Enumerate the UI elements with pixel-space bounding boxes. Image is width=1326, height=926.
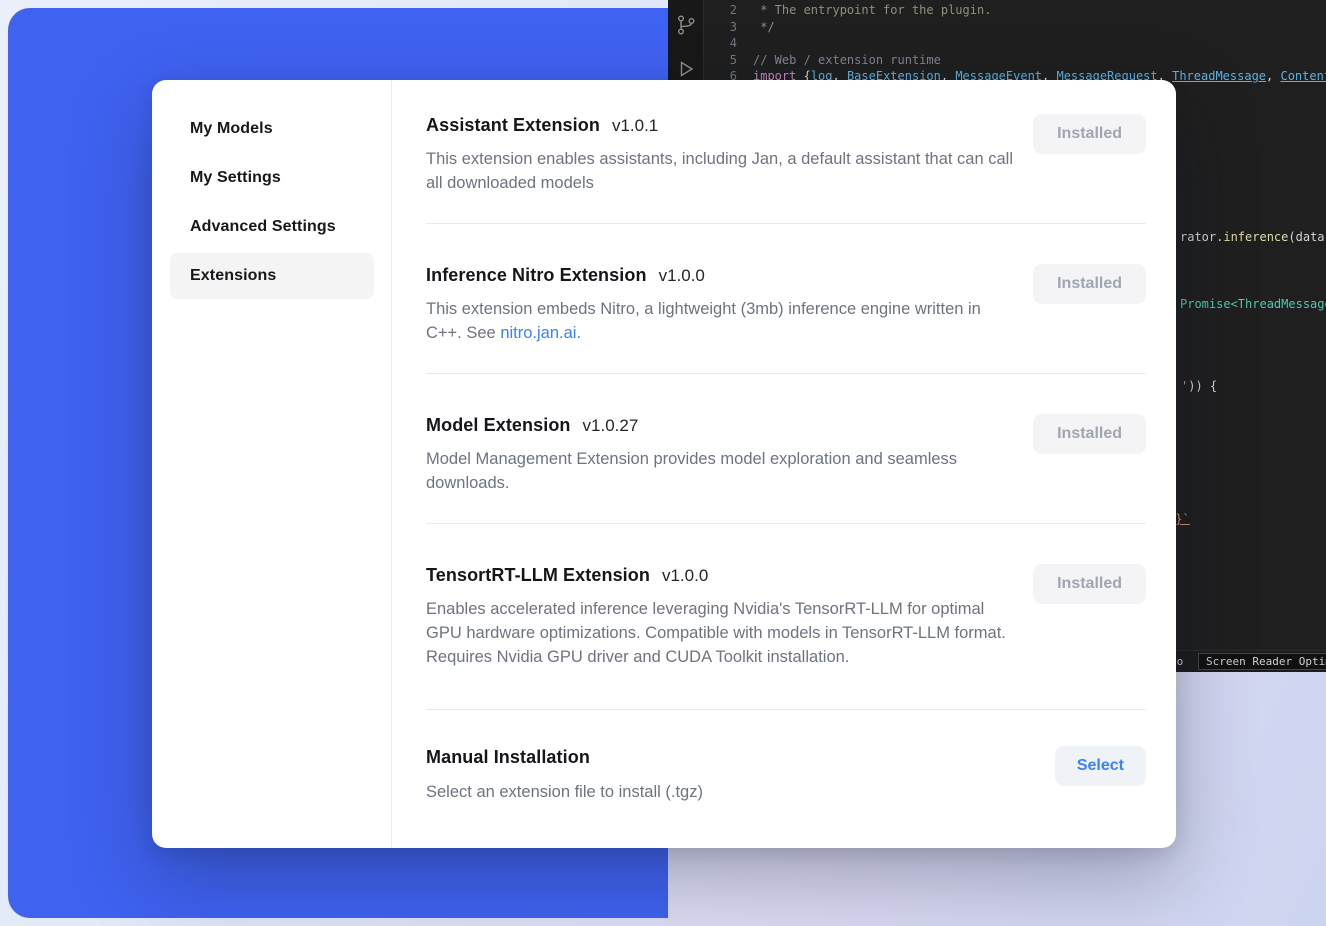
extension-description: Enables accelerated inference leveraging… bbox=[426, 597, 1016, 669]
code-line: 5 // Web / extension runtime bbox=[705, 52, 1326, 69]
extension-version: v1.0.1 bbox=[612, 116, 658, 136]
extensions-list: Assistant Extension v1.0.1 This extensio… bbox=[392, 80, 1176, 848]
code-fragment: rator.inference(data)); bbox=[1180, 229, 1326, 245]
code-line: 3 */ bbox=[705, 19, 1326, 36]
line-number: 2 bbox=[705, 2, 737, 19]
extension-row-nitro: Inference Nitro Extension v1.0.0 This ex… bbox=[426, 224, 1146, 374]
installed-button[interactable]: Installed bbox=[1033, 114, 1146, 154]
extension-description: Model Management Extension provides mode… bbox=[426, 447, 1016, 495]
line-number: 4 bbox=[705, 35, 737, 52]
code-area: 2 * The entrypoint for the plugin. 3 */ … bbox=[705, 2, 1326, 85]
settings-sidebar: My Models My Settings Advanced Settings … bbox=[152, 80, 392, 848]
installed-button[interactable]: Installed bbox=[1033, 414, 1146, 454]
code-fragment: ')) { bbox=[1181, 378, 1217, 394]
extension-row-assistant: Assistant Extension v1.0.1 This extensio… bbox=[426, 80, 1146, 224]
manual-installation-row: Manual Installation Select an extension … bbox=[426, 710, 1146, 804]
settings-modal: My Models My Settings Advanced Settings … bbox=[152, 80, 1176, 848]
extension-version: v1.0.0 bbox=[662, 566, 708, 586]
code-token: inference bbox=[1223, 230, 1288, 244]
extension-title: Assistant Extension bbox=[426, 112, 600, 138]
select-file-button[interactable]: Select bbox=[1055, 746, 1146, 786]
code-line: 4 bbox=[705, 35, 1326, 52]
code-token: ThreadMessage bbox=[1172, 68, 1266, 85]
sidebar-item-extensions[interactable]: Extensions bbox=[170, 253, 374, 299]
screen-reader-badge[interactable]: Screen Reader Optimized bbox=[1198, 653, 1326, 670]
code-token: , bbox=[1266, 68, 1280, 85]
extension-title: Model Extension bbox=[426, 412, 571, 438]
extension-title: Inference Nitro Extension bbox=[426, 262, 647, 288]
extension-version: v1.0.0 bbox=[659, 266, 705, 286]
nitro-link[interactable]: nitro.jan.ai. bbox=[500, 324, 581, 342]
code-token: rator. bbox=[1180, 230, 1223, 244]
code-line: 2 * The entrypoint for the plugin. bbox=[705, 2, 1326, 19]
sidebar-item-my-models[interactable]: My Models bbox=[170, 106, 374, 152]
extension-row-tensorrt: TensortRT-LLM Extension v1.0.0 Enables a… bbox=[426, 524, 1146, 710]
code-token: */ bbox=[753, 19, 775, 36]
code-token: ContentType bbox=[1280, 68, 1326, 85]
code-token: (data)); bbox=[1288, 230, 1326, 244]
manual-installation-description: Select an extension file to install (.tg… bbox=[426, 780, 703, 804]
extension-version: v1.0.27 bbox=[583, 416, 639, 436]
sidebar-item-my-settings[interactable]: My Settings bbox=[170, 155, 374, 201]
extension-description: This extension embeds Nitro, a lightweig… bbox=[426, 297, 1016, 345]
installed-button[interactable]: Installed bbox=[1033, 564, 1146, 604]
line-number: 5 bbox=[705, 52, 737, 69]
extension-row-model: Model Extension v1.0.27 Model Management… bbox=[426, 374, 1146, 524]
installed-button[interactable]: Installed bbox=[1033, 264, 1146, 304]
code-token: )) { bbox=[1188, 379, 1217, 393]
code-token: // Web / extension runtime bbox=[753, 52, 941, 69]
sidebar-item-advanced-settings[interactable]: Advanced Settings bbox=[170, 204, 374, 250]
page: { "colors": { "panel_blue": "#3f62f1", "… bbox=[0, 0, 1326, 926]
manual-installation-title: Manual Installation bbox=[426, 744, 590, 770]
source-control-icon[interactable] bbox=[675, 14, 697, 36]
extension-description: This extension enables assistants, inclu… bbox=[426, 147, 1016, 195]
line-number: 3 bbox=[705, 19, 737, 36]
extension-title: TensortRT-LLM Extension bbox=[426, 562, 650, 588]
run-debug-icon[interactable] bbox=[675, 58, 697, 80]
code-fragment: Promise<ThreadMessage> bbox=[1180, 296, 1326, 312]
code-token: * The entrypoint for the plugin. bbox=[753, 2, 991, 19]
